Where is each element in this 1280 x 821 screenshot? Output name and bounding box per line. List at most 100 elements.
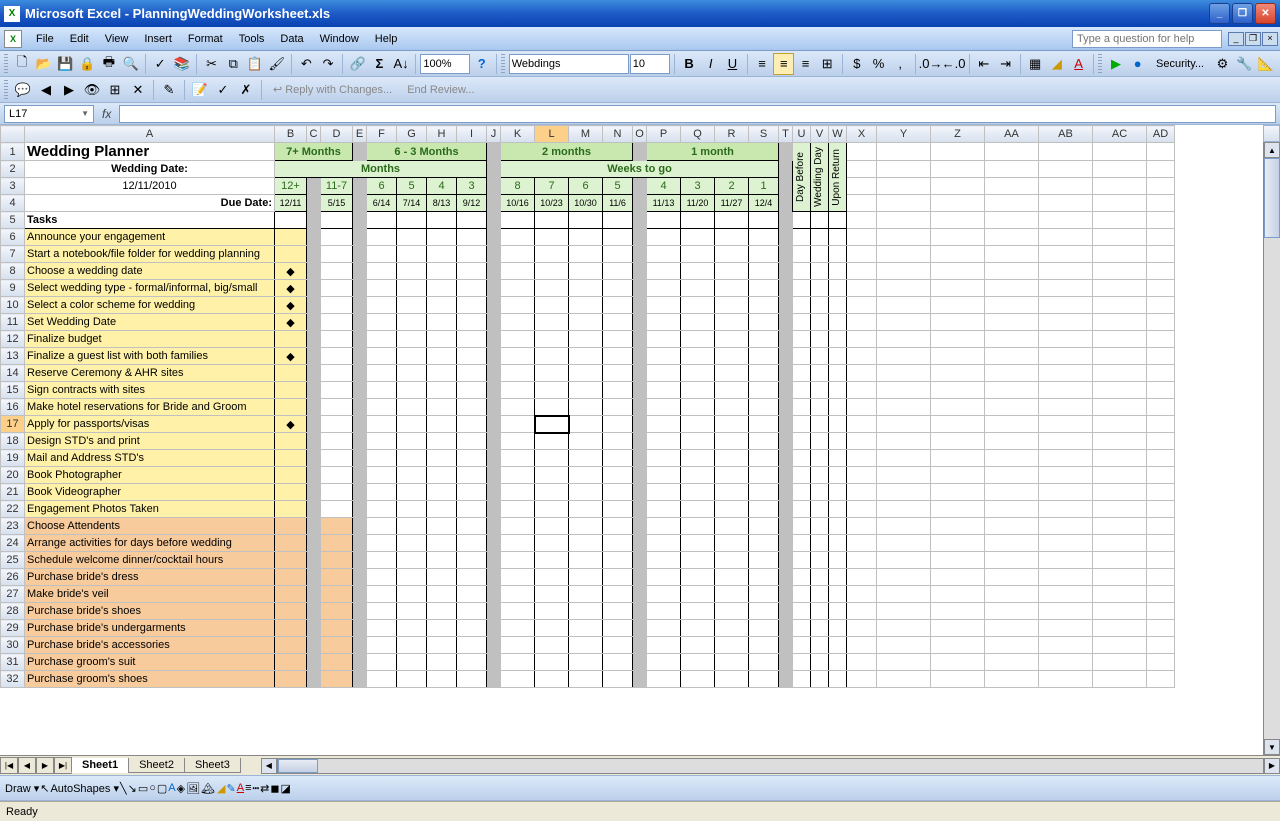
accept-change-icon[interactable]: ✓ <box>212 79 234 101</box>
tab-nav-next[interactable]: ▶ <box>36 757 54 774</box>
increase-indent-icon[interactable]: ⇥ <box>995 53 1016 75</box>
grid-cell[interactable] <box>793 365 811 382</box>
grid-cell[interactable] <box>367 671 397 688</box>
row-header-17[interactable]: 17 <box>1 416 25 433</box>
control-toolbox-icon[interactable]: 🔧 <box>1234 53 1255 75</box>
grid-cell[interactable] <box>275 603 307 620</box>
grid-cell[interactable] <box>647 620 681 637</box>
hscroll-left-button[interactable]: ◀ <box>261 758 277 774</box>
grid-cell[interactable]: ◆ <box>275 314 307 331</box>
grid-cell[interactable] <box>275 433 307 450</box>
task-cell[interactable]: Choose a wedding date <box>25 263 275 280</box>
grid-cell[interactable] <box>397 246 427 263</box>
grid-cell[interactable] <box>647 484 681 501</box>
grid-cell[interactable] <box>367 450 397 467</box>
grid-cell[interactable] <box>457 348 487 365</box>
grid-cell[interactable] <box>715 467 749 484</box>
row-header-19[interactable]: 19 <box>1 450 25 467</box>
row-header-29[interactable]: 29 <box>1 620 25 637</box>
grid-cell[interactable] <box>829 331 847 348</box>
task-cell[interactable]: Purchase bride's shoes <box>25 603 275 620</box>
grid-cell[interactable] <box>427 433 457 450</box>
grid-cell[interactable] <box>427 348 457 365</box>
grid-cell[interactable] <box>457 365 487 382</box>
grid-cell[interactable] <box>535 484 569 501</box>
grid-cell[interactable] <box>457 331 487 348</box>
grid-cell[interactable] <box>715 484 749 501</box>
vertical-scrollbar[interactable]: ▲ ▼ <box>1263 142 1280 755</box>
grid-cell[interactable] <box>427 331 457 348</box>
row-header-32[interactable]: 32 <box>1 671 25 688</box>
grid-cell[interactable] <box>749 399 779 416</box>
grid-cell[interactable] <box>793 586 811 603</box>
grid-cell[interactable] <box>681 416 715 433</box>
row-header-30[interactable]: 30 <box>1 637 25 654</box>
col-header-O[interactable]: O <box>633 126 647 143</box>
row-header-3[interactable]: 3 <box>1 178 25 195</box>
grid-cell[interactable] <box>569 535 603 552</box>
vba-icon[interactable]: ⚙ <box>1212 53 1233 75</box>
grid-cell[interactable] <box>397 535 427 552</box>
grid-cell[interactable] <box>501 263 535 280</box>
task-cell[interactable]: Announce your engagement <box>25 229 275 246</box>
grid-cell[interactable] <box>603 535 633 552</box>
grid-cell[interactable] <box>367 467 397 484</box>
grid-cell[interactable] <box>397 603 427 620</box>
grid-cell[interactable] <box>749 331 779 348</box>
row-header-28[interactable]: 28 <box>1 603 25 620</box>
grid-cell[interactable] <box>811 501 829 518</box>
grid-cell[interactable] <box>457 399 487 416</box>
grid-cell[interactable] <box>603 331 633 348</box>
worksheet-grid[interactable]: ABCDEFGHIJKLMNOPQRSTUVWXYZAAABACAD1 Wedd… <box>0 125 1280 755</box>
grid-cell[interactable] <box>749 671 779 688</box>
grid-cell[interactable] <box>501 552 535 569</box>
grid-cell[interactable] <box>829 637 847 654</box>
grid-cell[interactable] <box>321 314 353 331</box>
grid-cell[interactable]: ◆ <box>275 416 307 433</box>
grid-cell[interactable] <box>715 229 749 246</box>
grid-cell[interactable] <box>535 535 569 552</box>
grid-cell[interactable] <box>793 229 811 246</box>
grid-cell[interactable] <box>793 246 811 263</box>
draw-menu[interactable]: Draw ▾ <box>5 782 39 795</box>
task-cell[interactable]: Reserve Ceremony & AHR sites <box>25 365 275 382</box>
grid-cell[interactable] <box>647 348 681 365</box>
grid-cell[interactable] <box>811 246 829 263</box>
toolbar-grip-4[interactable] <box>4 80 8 100</box>
wordart-icon[interactable]: A <box>168 782 175 794</box>
grid-cell[interactable] <box>647 331 681 348</box>
grid-cell[interactable] <box>793 416 811 433</box>
grid-cell[interactable] <box>569 229 603 246</box>
textbox-icon[interactable]: ▢ <box>157 782 167 795</box>
col-header-D[interactable]: D <box>321 126 353 143</box>
grid-cell[interactable] <box>501 654 535 671</box>
row-header-18[interactable]: 18 <box>1 433 25 450</box>
grid-cell[interactable] <box>811 229 829 246</box>
grid-cell[interactable] <box>829 399 847 416</box>
name-box-dropdown-icon[interactable]: ▼ <box>81 109 89 118</box>
grid-cell[interactable] <box>321 586 353 603</box>
grid-cell[interactable] <box>647 569 681 586</box>
row-header-2[interactable]: 2 <box>1 161 25 178</box>
grid-cell[interactable] <box>681 637 715 654</box>
grid-cell[interactable]: ◆ <box>275 263 307 280</box>
dash-style-icon[interactable]: ┅ <box>253 782 260 795</box>
grid-cell[interactable] <box>793 433 811 450</box>
grid-cell[interactable] <box>535 365 569 382</box>
task-cell[interactable]: Finalize budget <box>25 331 275 348</box>
grid-cell[interactable] <box>647 280 681 297</box>
grid-cell[interactable] <box>569 501 603 518</box>
grid-cell[interactable] <box>501 637 535 654</box>
grid-cell[interactable] <box>793 450 811 467</box>
grid-cell[interactable] <box>793 399 811 416</box>
grid-cell[interactable] <box>811 518 829 535</box>
grid-cell[interactable] <box>681 654 715 671</box>
grid-cell[interactable] <box>569 450 603 467</box>
grid-cell[interactable] <box>811 586 829 603</box>
permission-icon[interactable]: 🔒 <box>77 53 98 75</box>
task-cell[interactable]: Book Photographer <box>25 467 275 484</box>
grid-cell[interactable] <box>749 603 779 620</box>
grid-cell[interactable] <box>535 501 569 518</box>
grid-cell[interactable] <box>501 365 535 382</box>
task-cell[interactable]: Select wedding type - formal/informal, b… <box>25 280 275 297</box>
